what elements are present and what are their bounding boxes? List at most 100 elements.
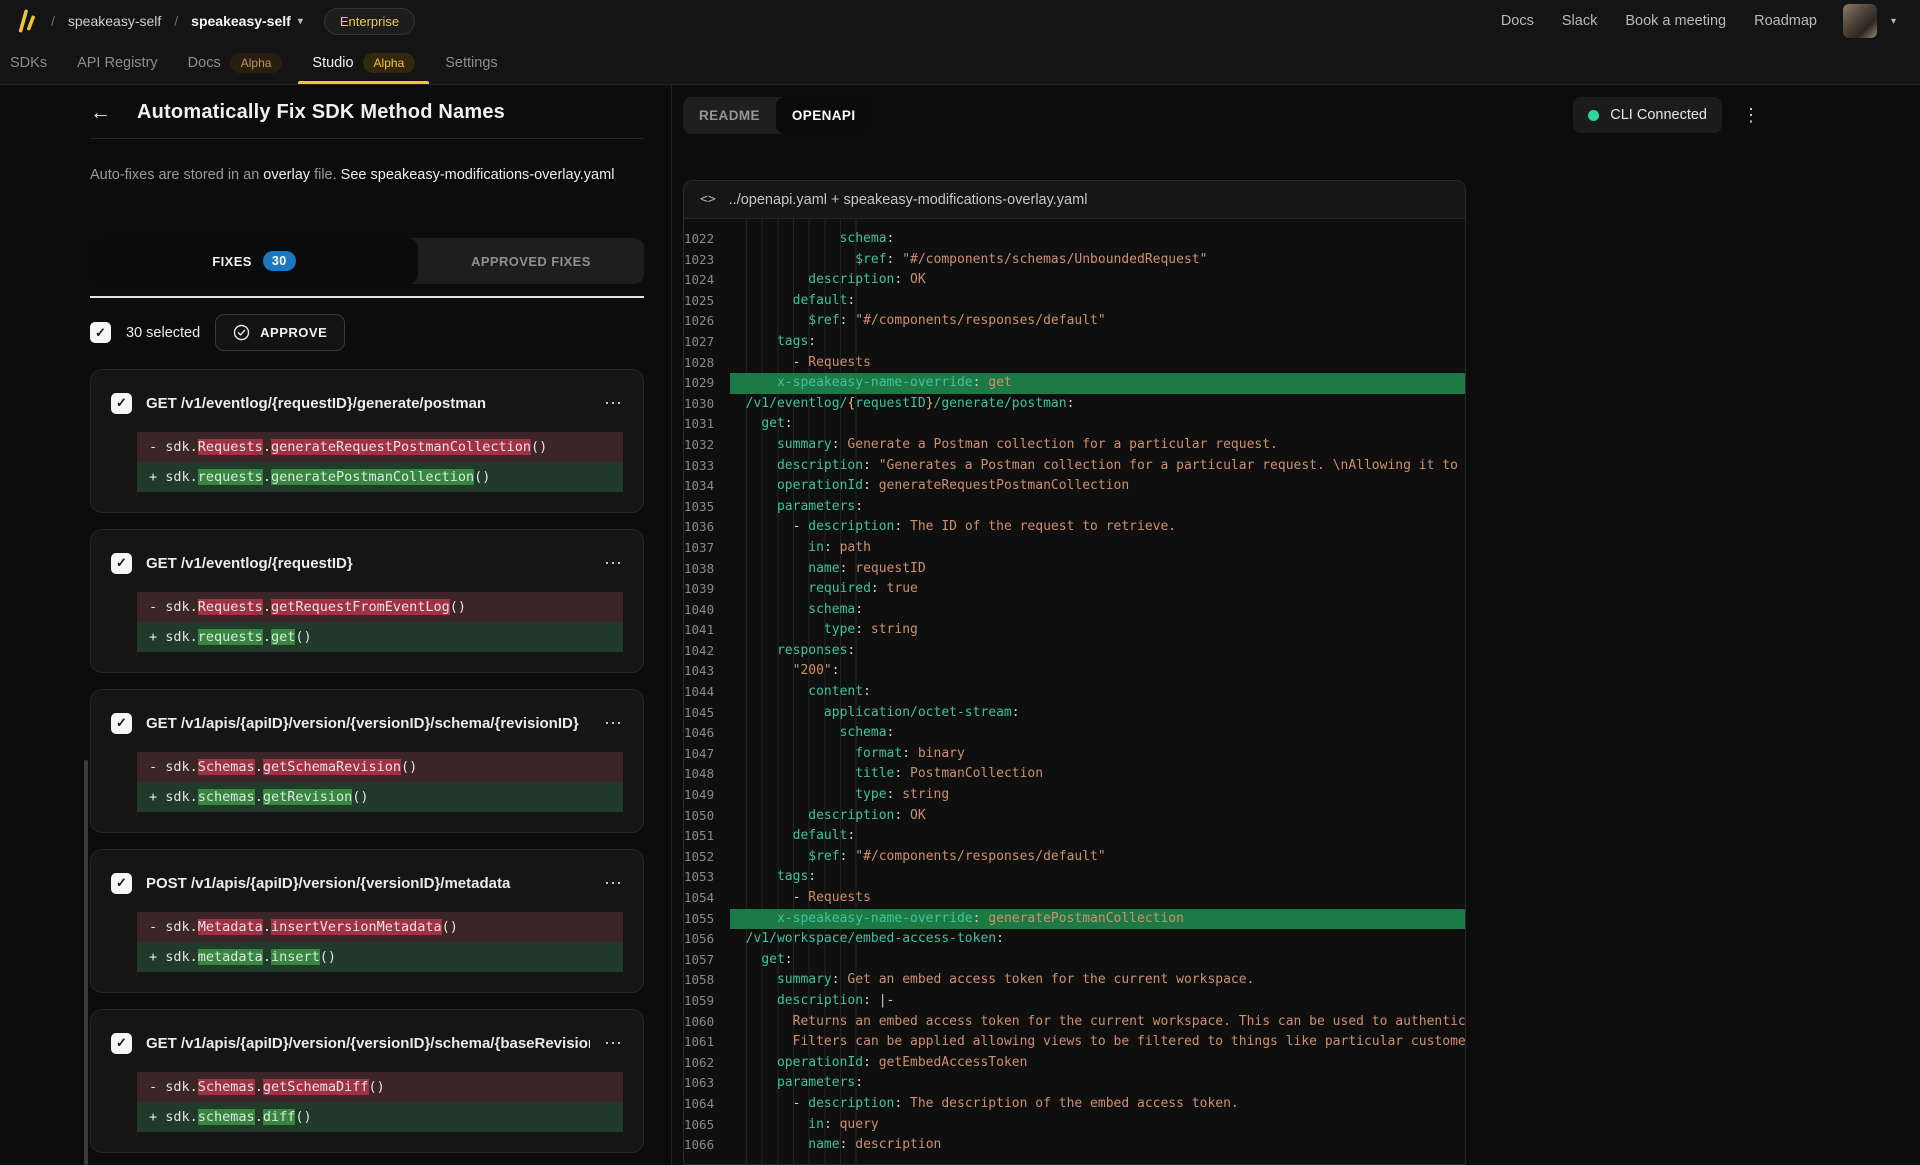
code-text: default: (730, 291, 1465, 312)
fix-menu-icon[interactable]: ⋯ (604, 554, 623, 572)
approve-button[interactable]: APPROVE (215, 314, 345, 351)
line-number: 1059 (684, 991, 730, 1012)
fix-menu-icon[interactable]: ⋯ (604, 1034, 623, 1052)
code-token: : (894, 766, 910, 781)
diff-changed-token: diff (263, 1109, 296, 1125)
user-avatar[interactable] (1843, 4, 1877, 38)
fix-menu-icon[interactable]: ⋯ (604, 394, 623, 412)
diff-added-line: + sdk.schemas.getRevision() (137, 782, 623, 812)
code-line: 1054 - Requests (684, 888, 1465, 909)
breadcrumb-workspace[interactable]: speakeasy-self ▾ (191, 13, 303, 29)
diff-removed-line: - sdk.Requests.generateRequestPostmanCol… (137, 432, 623, 462)
code-token (730, 437, 777, 452)
code-text: Filters can be applied allowing views to… (730, 1032, 1465, 1053)
viewer-tabs: READMEOPENAPI (683, 97, 871, 134)
nav-item-api-registry[interactable]: API Registry (77, 42, 158, 84)
fix-title: GET /v1/eventlog/{requestID} (146, 555, 590, 572)
code-line: 1056 /v1/workspace/embed-access-token: (684, 929, 1465, 950)
header-link-slack[interactable]: Slack (1562, 13, 1597, 29)
fix-card-header: ✓GET /v1/apis/{apiID}/version/{versionID… (111, 1030, 623, 1056)
code-token: string (871, 622, 918, 637)
code-token: tags (777, 334, 808, 349)
code-text: summary: Get an embed access token for t… (730, 970, 1465, 991)
nav-item-settings[interactable]: Settings (445, 42, 497, 84)
nav-item-studio[interactable]: StudioAlpha (312, 42, 415, 84)
code-token: : (832, 972, 848, 987)
code-editor[interactable]: 1022 schema:1023 $ref: "#/components/sch… (684, 219, 1465, 1164)
header-link-docs[interactable]: Docs (1501, 13, 1534, 29)
nav-item-label: API Registry (77, 55, 158, 71)
code-token: default (793, 828, 848, 843)
chevron-down-icon[interactable]: ▾ (1891, 16, 1896, 27)
line-number: 1054 (684, 888, 730, 909)
diff-changed-token: requests (198, 629, 263, 645)
header-link-roadmap[interactable]: Roadmap (1754, 13, 1817, 29)
code-token: : (785, 416, 793, 431)
fix-checkbox[interactable]: ✓ (111, 1033, 132, 1054)
code-text: get: (730, 414, 1465, 435)
speakeasy-logo[interactable] (12, 8, 38, 34)
code-text: operationId: getEmbedAccessToken (730, 1053, 1465, 1074)
code-text: schema: (730, 600, 1465, 621)
tab-readme[interactable]: README (683, 97, 776, 134)
approve-button-label: APPROVE (260, 325, 327, 340)
code-text: default: (730, 826, 1465, 847)
fixes-count-badge: 30 (263, 251, 296, 271)
code-token (730, 890, 793, 905)
fix-checkbox[interactable]: ✓ (111, 713, 132, 734)
code-token: schema (840, 725, 887, 740)
line-number: 1063 (684, 1073, 730, 1094)
code-token: - (793, 519, 809, 534)
code-token (730, 705, 824, 720)
diff-token: () (320, 949, 336, 965)
code-token (730, 1075, 777, 1090)
code-token: Generate a Postman collection for a part… (847, 437, 1277, 452)
code-token: string (902, 787, 949, 802)
code-token: } (926, 396, 934, 411)
nav-item-sdks[interactable]: SDKs (10, 42, 47, 84)
kebab-menu-icon[interactable]: ⋮ (1742, 105, 1760, 126)
code-token (730, 972, 777, 987)
diff-changed-token: Requests (198, 599, 263, 615)
back-arrow-icon[interactable]: ← (90, 102, 111, 123)
select-all-checkbox[interactable]: ✓ (90, 322, 111, 343)
code-token (730, 602, 808, 617)
code-token: type (855, 787, 886, 802)
code-token: description (808, 1096, 894, 1111)
code-text: tags: (730, 332, 1465, 353)
tab-approved-fixes[interactable]: APPROVED FIXES (418, 238, 644, 284)
code-token: : (840, 1137, 856, 1152)
line-number: 1033 (684, 456, 730, 477)
diff-changed-token: schemas (198, 789, 255, 805)
code-token: x-speakeasy-name-override (777, 375, 973, 390)
diff-changed-token: requests (198, 469, 263, 485)
fix-checkbox[interactable]: ✓ (111, 393, 132, 414)
diff-token: + sdk. (149, 949, 198, 965)
diff-token: () (352, 789, 368, 805)
fix-checkbox[interactable]: ✓ (111, 553, 132, 574)
fix-menu-icon[interactable]: ⋯ (604, 714, 623, 732)
code-token: - (793, 890, 809, 905)
tab-openapi[interactable]: OPENAPI (776, 97, 872, 134)
breadcrumb-org[interactable]: speakeasy-self (68, 13, 161, 29)
fix-menu-icon[interactable]: ⋯ (604, 874, 623, 892)
code-line: 1043 "200": (684, 661, 1465, 682)
fix-checkbox[interactable]: ✓ (111, 873, 132, 894)
fix-list-scrollbar[interactable] (84, 760, 88, 1165)
code-token: : (863, 1055, 879, 1070)
code-token: : (840, 313, 856, 328)
code-line: 1026 $ref: "#/components/responses/defau… (684, 311, 1465, 332)
fix-title: POST /v1/apis/{apiID}/version/{versionID… (146, 875, 590, 892)
code-line: 1024 description: OK (684, 270, 1465, 291)
line-number: 1052 (684, 847, 730, 868)
nav-item-label: Docs (188, 55, 221, 71)
header-link-book-a-meeting[interactable]: Book a meeting (1625, 13, 1726, 29)
code-token: format (855, 746, 902, 761)
tab-underline (90, 296, 644, 298)
breadcrumb-separator: / (174, 13, 178, 29)
tab-fixes[interactable]: FIXES 30 (90, 238, 418, 284)
nav-item-docs[interactable]: DocsAlpha (188, 42, 283, 84)
line-number: 1049 (684, 785, 730, 806)
diff-token: () (450, 599, 466, 615)
diff-token: () (442, 919, 458, 935)
